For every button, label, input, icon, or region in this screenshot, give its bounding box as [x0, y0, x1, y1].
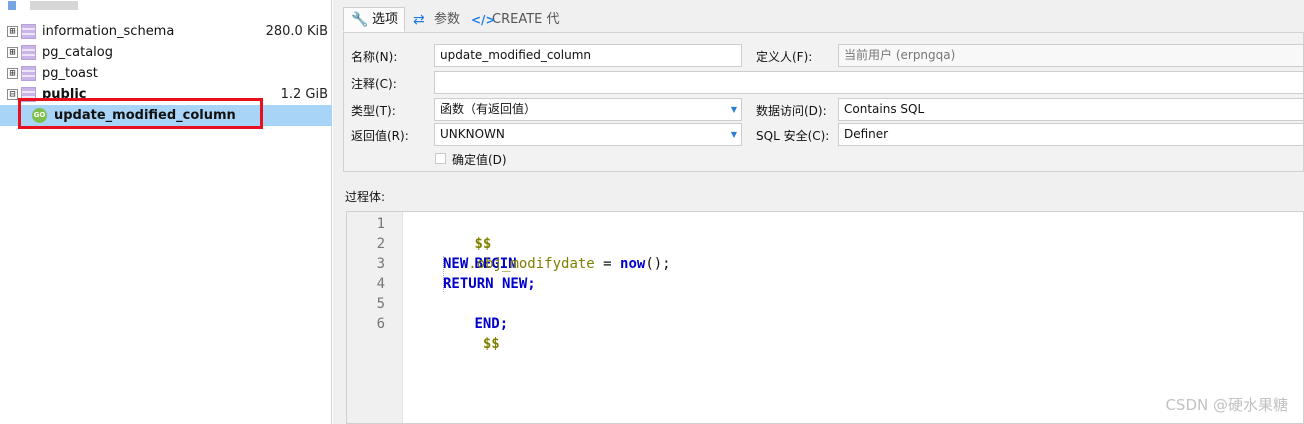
line-number: 5: [376, 296, 385, 312]
code-line: END;: [407, 294, 508, 332]
return-type-value: UNKNOWN: [440, 127, 505, 141]
tab-parameters[interactable]: ⇄ 参数: [405, 7, 463, 32]
schema-icon: [21, 45, 36, 60]
name-field[interactable]: update_modified_column: [434, 44, 742, 67]
tab-options[interactable]: 🔧 选项: [343, 7, 405, 32]
name-label: 名称(N):: [351, 50, 398, 64]
collapse-icon[interactable]: ⊟: [7, 89, 18, 100]
comment-field[interactable]: [434, 71, 1304, 94]
object-tree: ⊞ information_schema 280.0 KiB ⊞ pg_cata…: [0, 0, 332, 424]
tab-label: 选项: [372, 12, 399, 27]
cut-off-tree-node: [8, 1, 78, 10]
comment-label: 注释(C):: [351, 77, 397, 91]
dollar-quote: $$: [474, 336, 500, 352]
data-access-label: 数据访问(D):: [756, 104, 827, 118]
code-line: BEGIN: [407, 234, 516, 272]
deterministic-label: 确定值(D): [452, 153, 507, 167]
tab-label: 参数: [434, 12, 461, 27]
tree-node-label: information_schema: [42, 24, 175, 39]
wrench-icon: 🔧: [351, 12, 369, 28]
sql-security-select[interactable]: Definer: [838, 123, 1304, 146]
return-label: 返回值(R):: [351, 129, 409, 143]
expand-icon[interactable]: ⊞: [7, 47, 18, 58]
options-form: 名称(N): update_modified_column 定义人(F): 当前…: [343, 32, 1304, 172]
tree-node-label: pg_toast: [42, 66, 98, 81]
tab-create-code[interactable]: </> CREATE 代码: [463, 7, 571, 50]
chevron-down-icon[interactable]: ▼: [731, 124, 737, 145]
tree-node-size: 1.2 GiB: [280, 87, 328, 102]
expand-icon[interactable]: ⊞: [7, 26, 18, 37]
arrows-icon: ⇄: [413, 12, 425, 28]
code-line: NEW.obj_modifydate = now();: [443, 254, 671, 274]
line-number: 2: [376, 236, 385, 252]
code-line: $$: [407, 314, 500, 352]
line-number: 3: [376, 256, 385, 272]
keyword: NEW;: [493, 276, 536, 292]
keyword: NEW: [443, 256, 469, 272]
highlight-box: [18, 98, 263, 129]
line-number: 4: [376, 276, 385, 292]
line-number: 1: [376, 216, 385, 232]
type-select-value: 函数（有返回值）: [440, 102, 537, 116]
expand-icon[interactable]: ⊞: [7, 68, 18, 79]
function-designer: 🔧 选项 ⇄ 参数 </> CREATE 代码 名称(N): update_mo…: [333, 0, 1304, 424]
body-label: 过程体:: [345, 190, 386, 204]
tree-node-information-schema[interactable]: ⊞ information_schema 280.0 KiB: [0, 21, 332, 42]
tree-node-size: 280.0 KiB: [265, 24, 328, 39]
schema-icon: [21, 24, 36, 39]
operator: =: [594, 256, 621, 272]
line-number: 6: [376, 316, 385, 332]
definer-label: 定义人(F):: [756, 50, 813, 64]
tree-node-label: pg_catalog: [42, 45, 113, 60]
code-editor[interactable]: 1 2 3 4 5 6 $$ BEGIN NEW.obj_modifydate …: [346, 211, 1304, 424]
identifier: .obj_modifydate: [468, 256, 595, 272]
app-window: ⊞ information_schema 280.0 KiB ⊞ pg_cata…: [0, 0, 1304, 424]
schema-icon: [21, 66, 36, 81]
code-icon: </>: [471, 13, 496, 27]
code-line: RETURN NEW;: [443, 274, 536, 294]
return-type-select[interactable]: UNKNOWN ▼: [434, 123, 742, 146]
type-label: 类型(T):: [351, 104, 396, 118]
tree-node-pg-catalog[interactable]: ⊞ pg_catalog: [0, 42, 332, 63]
data-access-select[interactable]: Contains SQL: [838, 98, 1304, 121]
code-line: $$: [407, 214, 491, 252]
sql-security-label: SQL 安全(C):: [756, 129, 830, 143]
chevron-down-icon[interactable]: ▼: [731, 99, 737, 120]
watermark: CSDN @硬水果糖: [1165, 396, 1288, 414]
type-select[interactable]: 函数（有返回值） ▼: [434, 98, 742, 121]
keyword: now: [620, 256, 646, 272]
punctuation: ();: [645, 256, 671, 272]
definer-field[interactable]: 当前用户 (erpngqa): [838, 44, 1304, 67]
line-number-gutter: 1 2 3 4 5 6: [347, 212, 403, 423]
keyword: RETURN: [443, 276, 494, 292]
tree-node-pg-toast[interactable]: ⊞ pg_toast: [0, 63, 332, 84]
deterministic-checkbox[interactable]: [435, 153, 446, 164]
